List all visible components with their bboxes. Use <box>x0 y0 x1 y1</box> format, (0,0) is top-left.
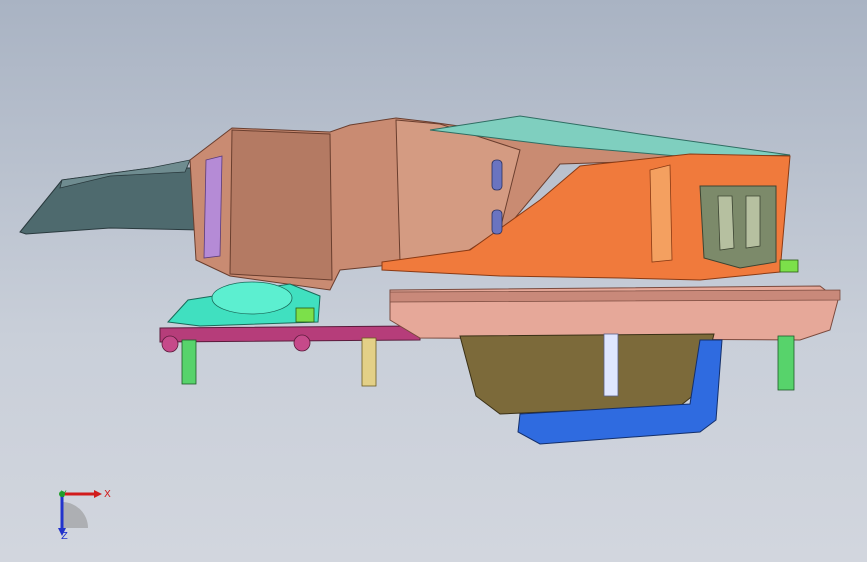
side-mount-slot-2 <box>745 195 761 249</box>
side-mount-slot <box>717 195 735 251</box>
housing-front <box>229 129 333 281</box>
cad-viewport[interactable]: X Y Z <box>0 0 867 562</box>
slot-window-1 <box>491 159 503 191</box>
purple-rib <box>203 155 223 259</box>
nut-magenta-2 <box>293 334 311 352</box>
side-mount <box>699 185 777 269</box>
bracket-rib <box>649 164 673 263</box>
bolt-yellow <box>361 337 377 387</box>
bolt-white <box>603 333 619 397</box>
mount-dome <box>211 281 293 315</box>
cad-model[interactable] <box>0 0 867 562</box>
orientation-triad: X Y Z <box>44 482 124 552</box>
x-axis-label: X <box>104 489 111 500</box>
y-axis-label: Y <box>61 490 67 500</box>
slot-window-2 <box>491 209 503 235</box>
air-duct <box>19 167 201 235</box>
lower-rail <box>159 325 421 343</box>
olive-tank <box>459 333 715 415</box>
housing-flange <box>389 289 841 303</box>
bolt-green-right <box>777 335 795 391</box>
bolt-green-left <box>181 339 197 385</box>
z-axis-label: Z <box>61 531 68 542</box>
nut-green-right <box>779 259 799 273</box>
nut-green <box>295 307 315 323</box>
triad-graphic <box>58 490 102 536</box>
nut-magenta-1 <box>161 335 179 353</box>
